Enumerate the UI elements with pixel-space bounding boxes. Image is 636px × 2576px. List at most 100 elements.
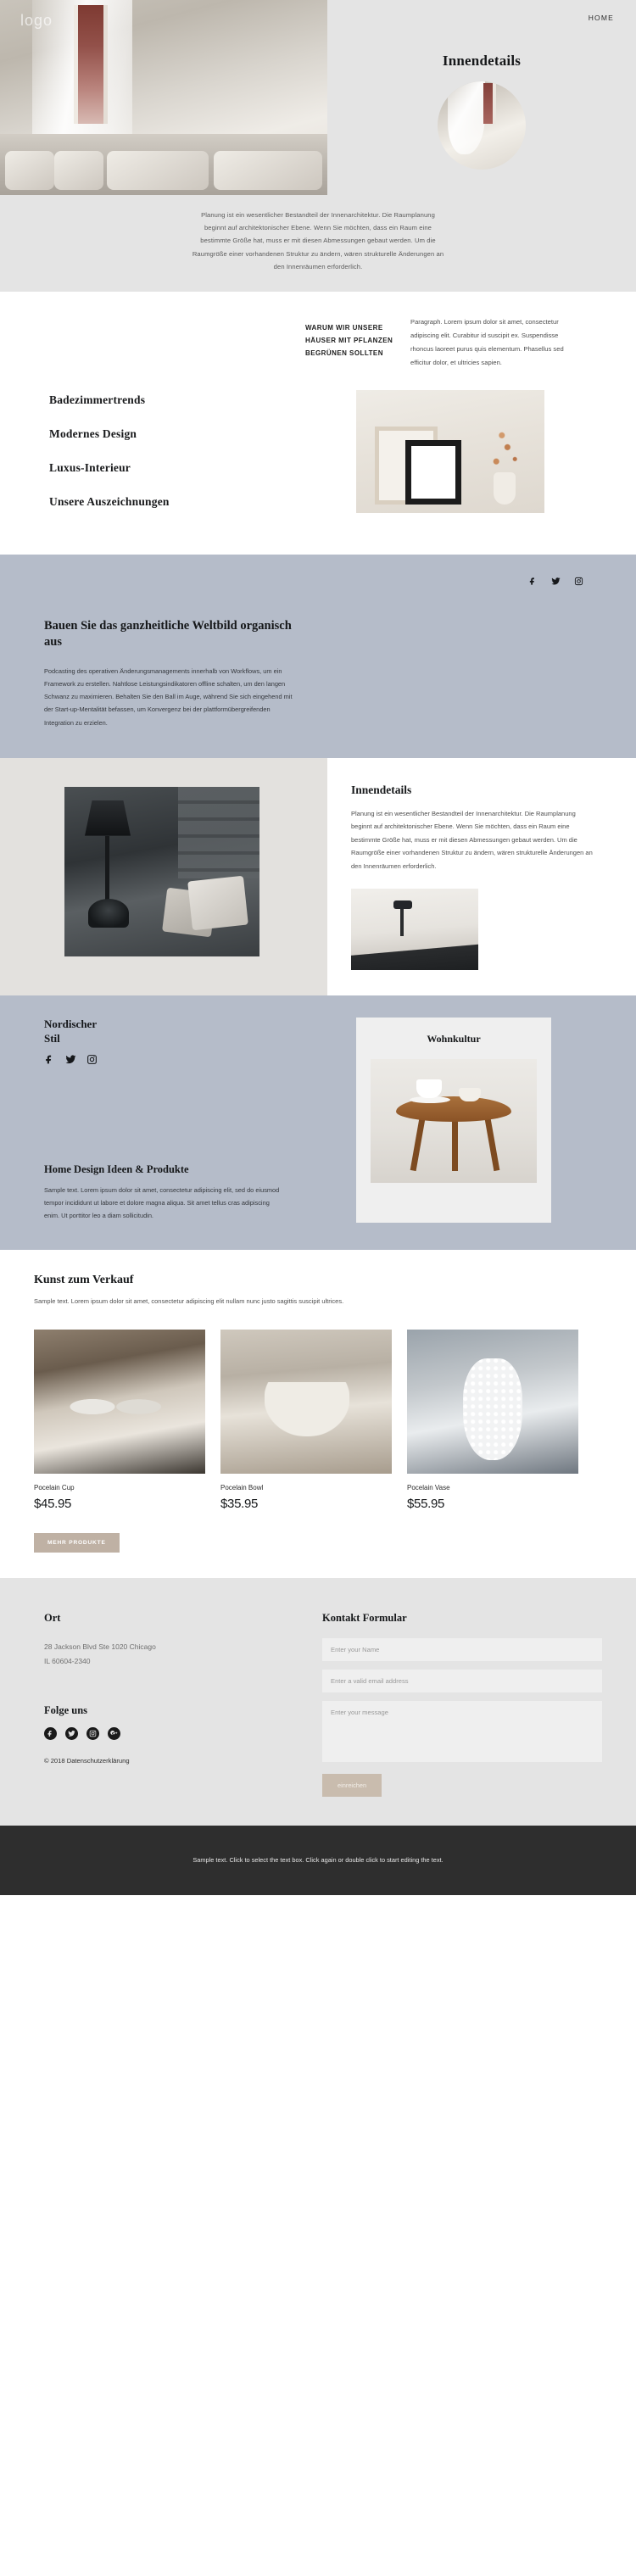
- vase-decoration: [494, 471, 516, 505]
- product-price: $45.95: [34, 1496, 72, 1511]
- nordic-row: Nordischer Stil Home Design Ideen & Prod…: [0, 1017, 636, 1223]
- nordic-social-links: [44, 1054, 356, 1065]
- list-item[interactable]: Badezimmertrends: [49, 393, 356, 407]
- details-text-panel: Innendetails Planung ist ein wesentliche…: [327, 757, 636, 995]
- pillow-front: [187, 875, 248, 930]
- wohnkultur-card: Wohnkultur: [356, 1017, 551, 1223]
- message-field[interactable]: [322, 1700, 602, 1762]
- page-root: logo HOME Innendetails Planung ist ein w…: [0, 0, 636, 1895]
- details-image-panel: [0, 757, 327, 995]
- list-item[interactable]: Unsere Auszeichnungen: [49, 495, 356, 509]
- features-still-life-image: [356, 389, 544, 513]
- product-name: Pocelain Bowl: [220, 1483, 264, 1492]
- worldview-social-links: [0, 577, 636, 586]
- footer-contact-form: Kontakt Formular einreichen: [322, 1612, 636, 1797]
- nordic-subsection: Home Design Ideen & Produkte Sample text…: [44, 1163, 356, 1222]
- name-field[interactable]: [322, 1637, 602, 1661]
- hero-circular-image: [438, 81, 526, 170]
- nordic-section: Nordischer Stil Home Design Ideen & Prod…: [0, 995, 636, 1250]
- hero-title: Innendetails: [442, 53, 522, 69]
- details-secondary-image: [351, 888, 478, 970]
- products-heading: Kunst zum Verkauf: [34, 1273, 134, 1286]
- nav-item-home[interactable]: HOME: [589, 14, 614, 22]
- email-field[interactable]: [322, 1669, 602, 1692]
- product-image: [407, 1329, 578, 1474]
- coffee-cup-second: [459, 1087, 481, 1101]
- product-name: Pocelain Cup: [34, 1483, 75, 1492]
- product-card[interactable]: Pocelain Cup $45.95: [34, 1329, 205, 1511]
- product-card[interactable]: Pocelain Bowl $35.95: [220, 1329, 392, 1511]
- details-heading: Innendetails: [351, 783, 412, 796]
- list-item[interactable]: Modernes Design: [49, 427, 356, 441]
- site-footer: Ort 28 Jackson Blvd Ste 1020 Chicago IL …: [0, 1577, 636, 1826]
- bottom-bar: Sample text. Click to select the text bo…: [0, 1825, 636, 1895]
- product-image: [220, 1329, 392, 1474]
- dried-flowers-decoration: [485, 427, 522, 476]
- worldview-section: Bauen Sie das ganzheitliche Weltbild org…: [0, 554, 636, 758]
- lamp-stem: [105, 835, 109, 902]
- submit-button[interactable]: einreichen: [322, 1773, 382, 1797]
- hero-paragraph: Planung ist ein wesentlicher Bestandteil…: [192, 211, 444, 270]
- features-body-row: Badezimmertrends Modernes Design Luxus-I…: [0, 385, 636, 529]
- twitter-icon[interactable]: [65, 1726, 78, 1740]
- footer-location-heading: Ort: [44, 1611, 61, 1624]
- lamp-base: [88, 898, 129, 928]
- twitter-icon[interactable]: [551, 577, 561, 586]
- nordic-heading: Nordischer Stil: [44, 1017, 97, 1045]
- features-kicker: WARUM WIR UNSERE HÄUSER MIT PFLANZEN BEG…: [305, 323, 393, 357]
- google-plus-icon[interactable]: [108, 1726, 120, 1740]
- bookshelf-decoration: [178, 786, 259, 878]
- main-navigation: HOME: [589, 14, 614, 22]
- coffee-cup: [416, 1079, 442, 1098]
- instagram-icon[interactable]: [574, 577, 583, 586]
- facebook-icon[interactable]: [44, 1054, 55, 1065]
- hero-content: HOME Innendetails: [327, 0, 636, 195]
- features-top-row: WARUM WIR UNSERE HÄUSER MIT PFLANZEN BEG…: [0, 315, 636, 370]
- product-card[interactable]: Pocelain Vase $55.95: [407, 1329, 578, 1511]
- wohnkultur-table-image: [371, 1058, 537, 1183]
- instagram-icon[interactable]: [86, 1054, 98, 1065]
- product-price: $35.95: [220, 1496, 259, 1511]
- nordic-sub-heading: Home Design Ideen & Produkte: [44, 1163, 189, 1176]
- product-name: Pocelain Vase: [407, 1483, 450, 1492]
- footer-left-column: Ort 28 Jackson Blvd Ste 1020 Chicago IL …: [0, 1612, 322, 1797]
- product-image: [34, 1329, 205, 1474]
- products-section: Kunst zum Verkauf Sample text. Lorem ips…: [0, 1249, 636, 1578]
- footer-address: 28 Jackson Blvd Ste 1020 Chicago IL 6060…: [44, 1640, 322, 1669]
- footer-social-links: [44, 1726, 322, 1740]
- footer-follow-heading: Folge uns: [44, 1703, 88, 1716]
- site-logo[interactable]: logo: [20, 12, 53, 30]
- list-item[interactable]: Luxus-Interieur: [49, 461, 356, 475]
- table-leg: [484, 1118, 500, 1171]
- worldview-text-block: Bauen Sie das ganzheitliche Weltbild org…: [0, 618, 305, 729]
- table-leg: [452, 1118, 458, 1171]
- bottom-bar-text: Sample text. Click to select the text bo…: [192, 1855, 444, 1864]
- hero-section: logo HOME Innendetails: [0, 0, 636, 195]
- instagram-icon[interactable]: [86, 1726, 99, 1740]
- features-spacer: [0, 315, 305, 370]
- table-leg: [410, 1118, 426, 1171]
- contact-form-heading: Kontakt Formular: [322, 1611, 407, 1624]
- wohnkultur-title: Wohnkultur: [427, 1032, 481, 1045]
- twitter-icon[interactable]: [65, 1054, 76, 1065]
- footer-copyright: © 2018 Datenschutzerklärung: [44, 1756, 130, 1765]
- address-line-1: 28 Jackson Blvd Ste 1020 Chicago: [44, 1642, 156, 1651]
- lamp-shade: [85, 800, 131, 836]
- worldview-heading: Bauen Sie das ganzheitliche Weltbild org…: [44, 618, 292, 650]
- facebook-icon[interactable]: [528, 577, 538, 586]
- nordic-left-column: Nordischer Stil Home Design Ideen & Prod…: [0, 1018, 356, 1223]
- nordic-paragraph: Sample text. Lorem ipsum dolor sit amet,…: [44, 1186, 280, 1220]
- worldview-paragraph: Podcasting des operativen Änderungsmanag…: [44, 666, 293, 727]
- more-products-button[interactable]: MEHR PRODUKTE: [34, 1532, 120, 1553]
- features-section: WARUM WIR UNSERE HÄUSER MIT PFLANZEN BEG…: [0, 291, 636, 555]
- product-price: $55.95: [407, 1496, 445, 1511]
- facebook-icon[interactable]: [44, 1726, 57, 1740]
- details-section: Innendetails Planung ist ein wesentliche…: [0, 757, 636, 995]
- products-grid: Pocelain Cup $45.95 Pocelain Bowl $35.95…: [0, 1308, 636, 1511]
- features-paragraph: Paragraph. Lorem ipsum dolor sit amet, c…: [410, 317, 564, 366]
- bed-decoration: [0, 134, 327, 195]
- products-paragraph: Sample text. Lorem ipsum dolor sit amet,…: [34, 1296, 344, 1305]
- hero-paragraph-wrap: Planung ist ein wesentlicher Bestandteil…: [0, 195, 636, 292]
- picture-frame-dark: [405, 439, 461, 505]
- details-lamp-sofa-image: [64, 786, 259, 956]
